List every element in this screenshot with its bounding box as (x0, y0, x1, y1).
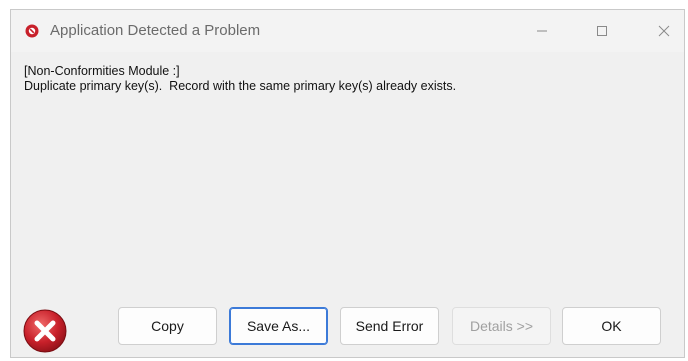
copy-button[interactable]: Copy (118, 307, 217, 345)
ok-button[interactable]: OK (562, 307, 661, 345)
save-as-button[interactable]: Save As... (229, 307, 328, 345)
window-title: Application Detected a Problem (50, 22, 261, 39)
title-bar[interactable]: Application Detected a Problem (11, 10, 684, 52)
maximize-icon (597, 26, 607, 36)
error-message: [Non-Conformities Module :] Duplicate pri… (24, 64, 456, 94)
message-module: [Non-Conformities Module :] (24, 64, 180, 78)
close-icon (658, 25, 670, 37)
maximize-button[interactable] (579, 10, 625, 52)
app-error-icon (25, 24, 39, 38)
error-x-icon (23, 309, 67, 353)
error-dialog: Application Detected a Problem [Non-Conf… (10, 9, 685, 358)
close-button[interactable] (641, 10, 687, 52)
minimize-icon (537, 30, 547, 32)
minimize-button[interactable] (519, 10, 565, 52)
send-error-button[interactable]: Send Error (340, 307, 439, 345)
message-detail: Duplicate primary key(s). Record with th… (24, 79, 457, 93)
details-button[interactable]: Details >> (452, 307, 551, 345)
